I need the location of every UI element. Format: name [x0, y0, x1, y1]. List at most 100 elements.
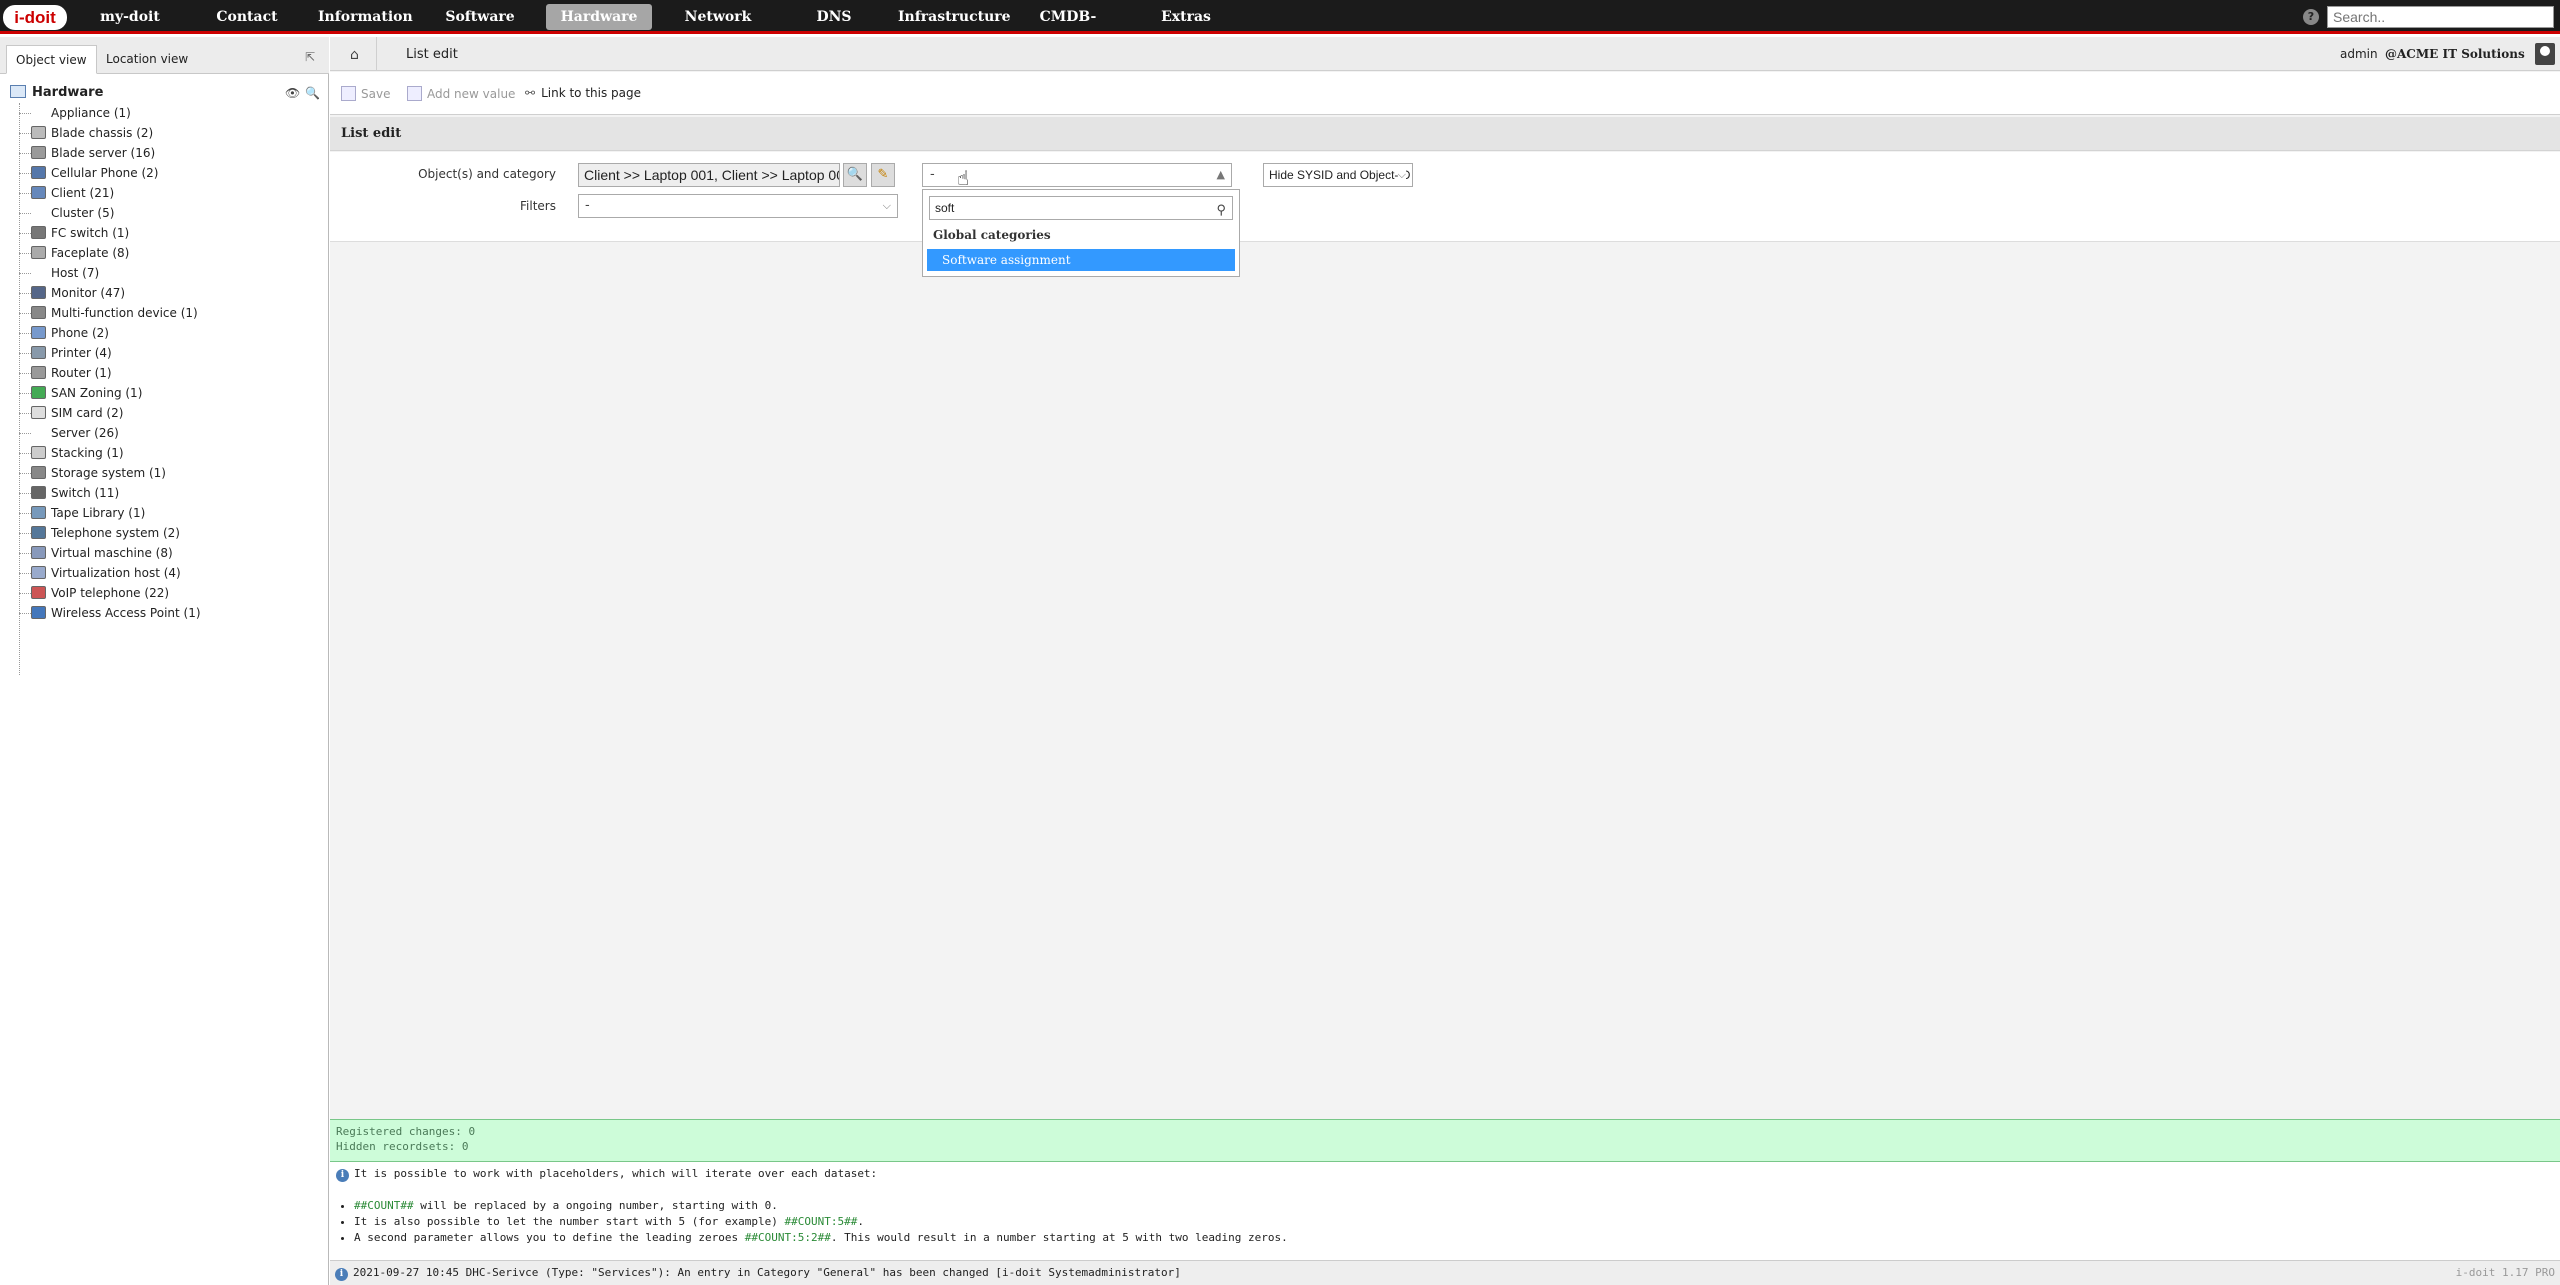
nav-my-doit[interactable]: my-doit	[88, 4, 172, 30]
filters-select[interactable]: - ⌵	[578, 194, 898, 218]
sidebar: Object view Location view ⇱ Hardware 👁 🔍…	[0, 37, 329, 1285]
tree-connector	[19, 133, 31, 134]
tree-item[interactable]: Cellular Phone (2)	[19, 163, 158, 183]
tree-item-label: Router (1)	[51, 366, 112, 380]
tab-object-view[interactable]: Object view	[6, 45, 97, 74]
tree-item[interactable]: Tape Library (1)	[19, 503, 145, 523]
eye-icon[interactable]: 👁	[285, 86, 300, 100]
search-icon: 🔍	[846, 167, 864, 182]
logbook-bar[interactable]: i 2021-09-27 10:45 DHC-Serivce (Type: "Se…	[330, 1260, 2560, 1285]
nav-hardware[interactable]: Hardware	[546, 4, 652, 30]
tree-item[interactable]: VoIP telephone (22)	[19, 583, 169, 603]
category-dropdown: soft ⚲ Global categories Software assignm…	[922, 189, 1240, 277]
tree-item-label: SIM card (2)	[51, 406, 124, 420]
tree-connector	[19, 593, 31, 594]
i-doit-logo[interactable]: i-doit	[3, 5, 67, 30]
chevron-down-icon: ⌵	[882, 199, 891, 212]
tree-item[interactable]: Faceplate (8)	[19, 243, 129, 263]
link-to-page-button[interactable]: ⚯ Link to this page	[525, 86, 641, 100]
tree-item[interactable]: Switch (11)	[19, 483, 119, 503]
object-type-icon	[31, 566, 46, 579]
detach-objects-button[interactable]: ✎	[871, 163, 895, 187]
tree-connector	[19, 273, 31, 274]
changes-status-panel: Registered changes: 0 Hidden recordsets:…	[330, 1119, 2560, 1162]
option-software-assignment[interactable]: Software assignment	[927, 249, 1235, 271]
hide-sysid-select[interactable]: Hide SYSID and Object-ID ⌵	[1263, 163, 1413, 187]
tree-connector	[19, 313, 31, 314]
object-type-icon	[31, 486, 46, 499]
tree-item[interactable]: Server (26)	[19, 423, 119, 443]
tree-item[interactable]: Blade server (16)	[19, 143, 155, 163]
tree-connector	[19, 213, 31, 214]
save-button[interactable]: Save	[341, 86, 390, 101]
breadcrumb: ⌂ List edit admin @ACME IT Solutions	[330, 37, 2560, 71]
add-new-value-button[interactable]: Add new value	[407, 86, 515, 101]
category-search-input[interactable]: soft ⚲	[929, 196, 1233, 220]
folder-icon	[10, 85, 26, 98]
tree-item[interactable]: Blade chassis (2)	[19, 123, 153, 143]
tree-item[interactable]: SIM card (2)	[19, 403, 123, 423]
nav-cmdb-explorer[interactable]: CMDB-Explorer	[1012, 4, 1124, 51]
nav-extras[interactable]: Extras	[1146, 4, 1226, 30]
object-type-icon	[31, 586, 46, 599]
tree-item[interactable]: Wireless Access Point (1)	[19, 603, 201, 623]
list-item: A second parameter allows you to define …	[354, 1230, 2554, 1246]
collapse-sidebar-icon[interactable]: ⇱	[305, 50, 315, 64]
tree-item[interactable]: Stacking (1)	[19, 443, 124, 463]
tree-item-label: Printer (4)	[51, 346, 112, 360]
tab-location-view[interactable]: Location view	[97, 45, 197, 74]
user-avatar-icon[interactable]	[2535, 43, 2555, 65]
tree-item[interactable]: Cluster (5)	[19, 203, 114, 223]
tree-item[interactable]: FC switch (1)	[19, 223, 129, 243]
user-name[interactable]: admin	[2340, 47, 2378, 61]
global-search-input[interactable]	[2327, 6, 2554, 28]
tree-connector	[19, 453, 31, 454]
tree-connector	[19, 193, 31, 194]
tree-item[interactable]: Monitor (47)	[19, 283, 125, 303]
tenant-name[interactable]: @ACME IT Solutions	[2385, 47, 2525, 61]
tree-connector	[19, 413, 31, 414]
tree-connector	[19, 393, 31, 394]
nav-software[interactable]: Software	[438, 4, 522, 30]
tree-item[interactable]: SAN Zoning (1)	[19, 383, 142, 403]
tree-item[interactable]: Virtual maschine (8)	[19, 543, 173, 563]
tree-item[interactable]: Storage system (1)	[19, 463, 166, 483]
tree-item[interactable]: Client (21)	[19, 183, 114, 203]
tree-item[interactable]: Printer (4)	[19, 343, 112, 363]
nav-information[interactable]: Information	[318, 4, 413, 30]
tree-item[interactable]: Virtualization host (4)	[19, 563, 181, 583]
nav-dns[interactable]: DNS	[790, 4, 878, 30]
tree-root-hardware[interactable]: Hardware	[10, 83, 103, 103]
tree-item[interactable]: Phone (2)	[19, 323, 109, 343]
nav-infrastructure[interactable]: Infrastructure	[898, 4, 1011, 30]
tree-item-label: Switch (11)	[51, 486, 120, 500]
home-icon[interactable]: ⌂	[350, 47, 359, 63]
tree-connector	[19, 573, 31, 574]
tree-item[interactable]: Appliance (1)	[19, 103, 131, 123]
nav-network[interactable]: Network	[676, 4, 760, 30]
help-icon[interactable]: ?	[2303, 9, 2319, 25]
search-icon[interactable]: 🔍	[305, 86, 320, 100]
placeholder-list: ##COUNT## will be replaced by a ongoing …	[354, 1198, 2554, 1246]
tree-item[interactable]: Telephone system (2)	[19, 523, 180, 543]
info-icon: i	[335, 1268, 348, 1281]
tree-item-label: Server (26)	[51, 426, 119, 440]
object-type-icon	[31, 286, 46, 299]
object-browser-button[interactable]: 🔍	[843, 163, 867, 187]
tree-item-label: Stacking (1)	[51, 446, 124, 460]
log-message: 2021-09-27 10:45 DHC-Serivce (Type: "Ser…	[353, 1266, 1181, 1279]
tree-connector	[19, 553, 31, 554]
placeholder-info-panel: i It is possible to work with placeholder…	[330, 1162, 2560, 1260]
objects-field[interactable]: Client >> Laptop 001, Client >> Laptop 0…	[578, 163, 840, 187]
object-type-icon	[31, 146, 46, 159]
save-icon	[341, 86, 356, 101]
tree-connector	[19, 173, 31, 174]
tree-item[interactable]: Host (7)	[19, 263, 99, 283]
tree-item[interactable]: Router (1)	[19, 363, 112, 383]
tree-item[interactable]: Multi-function device (1)	[19, 303, 198, 323]
tree-item-label: VoIP telephone (22)	[51, 586, 170, 600]
section-title: List edit	[330, 117, 2560, 151]
tree-item-label: Monitor (47)	[51, 286, 126, 300]
object-type-icon	[31, 426, 46, 439]
nav-contact[interactable]: Contact	[205, 4, 289, 30]
